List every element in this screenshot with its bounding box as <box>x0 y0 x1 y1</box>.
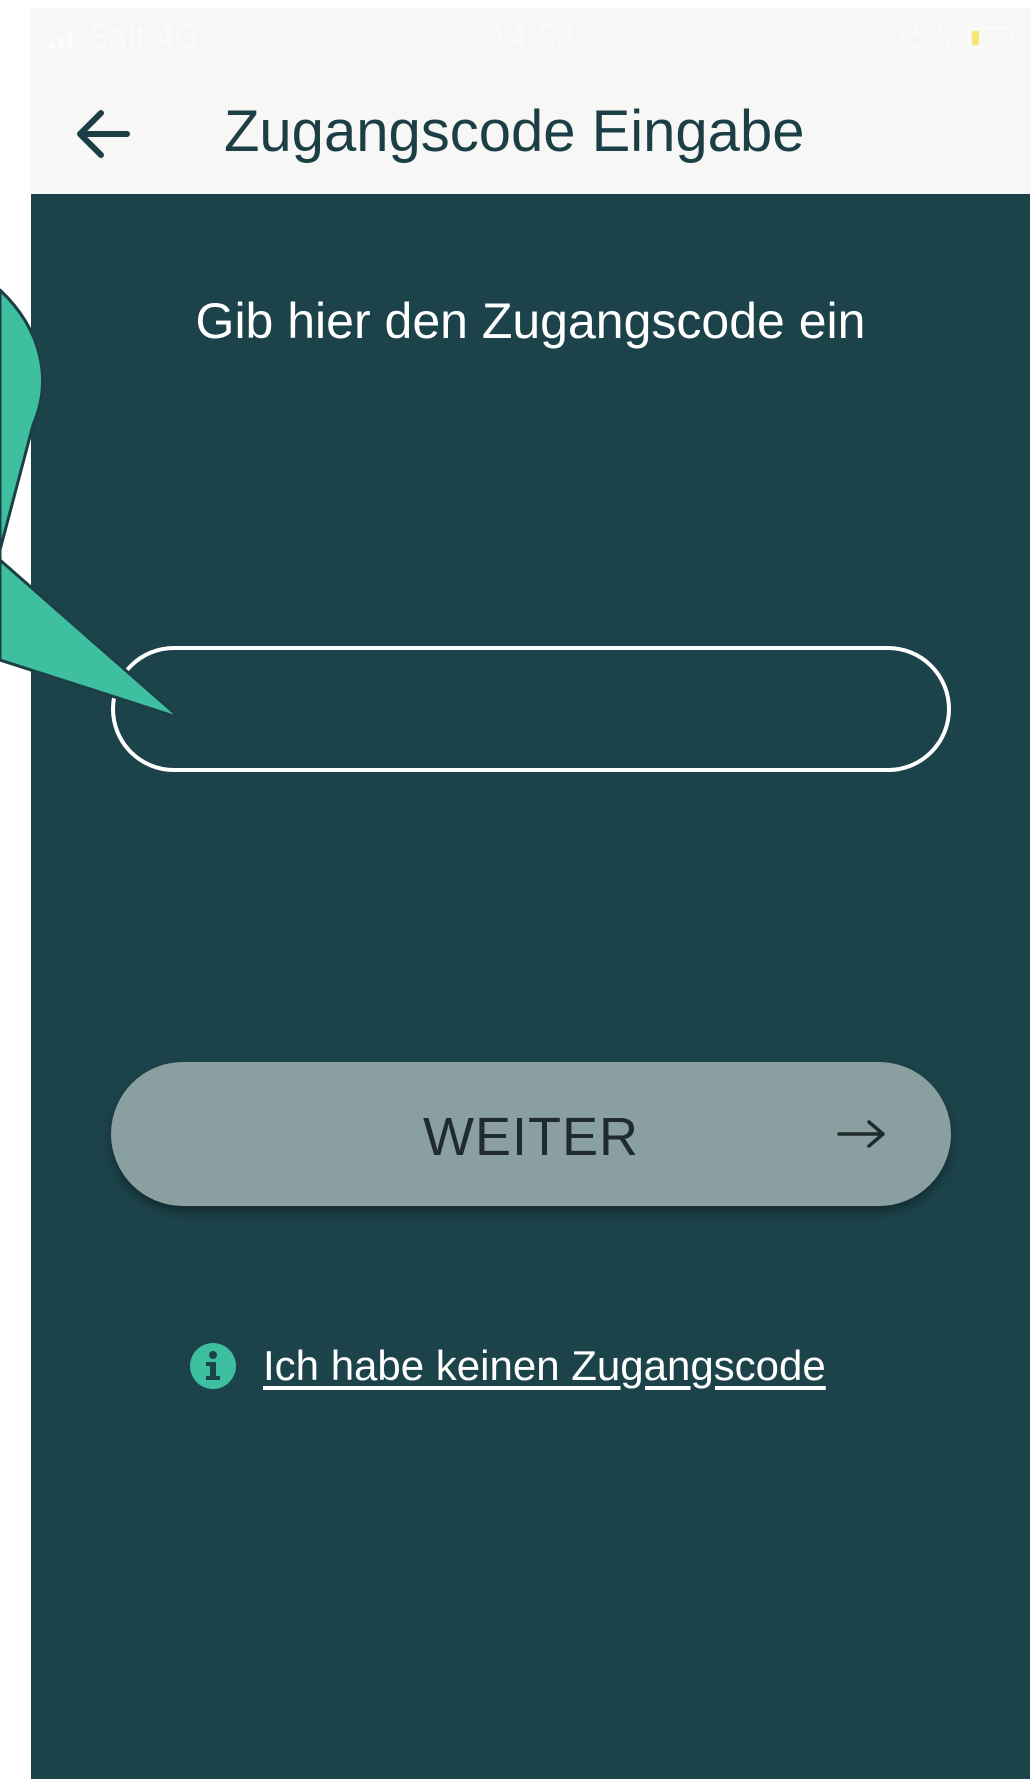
status-right: 15% <box>891 20 1012 55</box>
phone-screen: Salt 4G 14:58 15% Zugangscode Eingabe Gi… <box>31 8 1030 1779</box>
continue-button-label: WEITER <box>423 1107 639 1167</box>
battery-icon <box>968 26 1012 49</box>
battery-percent: 15% <box>891 20 958 55</box>
status-bar: Salt 4G 14:58 15% <box>31 8 1030 66</box>
network-type: 4G <box>155 20 198 55</box>
status-left: Salt 4G <box>49 20 198 55</box>
app-bar: Zugangscode Eingabe <box>31 66 1030 203</box>
back-button[interactable] <box>71 102 135 166</box>
page-title: Zugangscode Eingabe <box>224 99 805 164</box>
status-time: 14:58 <box>489 20 576 55</box>
arrow-right-icon <box>837 1120 885 1148</box>
arrow-left-icon <box>77 110 130 158</box>
no-code-link[interactable]: Ich habe keinen Zugangscode <box>189 1342 826 1390</box>
code-prompt: Gib hier den Zugangscode ein <box>195 293 866 349</box>
info-icon <box>190 1343 236 1389</box>
continue-button[interactable]: WEITER <box>111 1062 951 1206</box>
carrier-name: Salt <box>90 20 148 55</box>
access-code-input[interactable] <box>111 646 951 772</box>
signal-icon <box>49 26 82 50</box>
main-content: Gib hier den Zugangscode ein WEITER Ich … <box>31 194 1030 1779</box>
no-code-link-label: Ich habe keinen Zugangscode <box>263 1342 826 1389</box>
